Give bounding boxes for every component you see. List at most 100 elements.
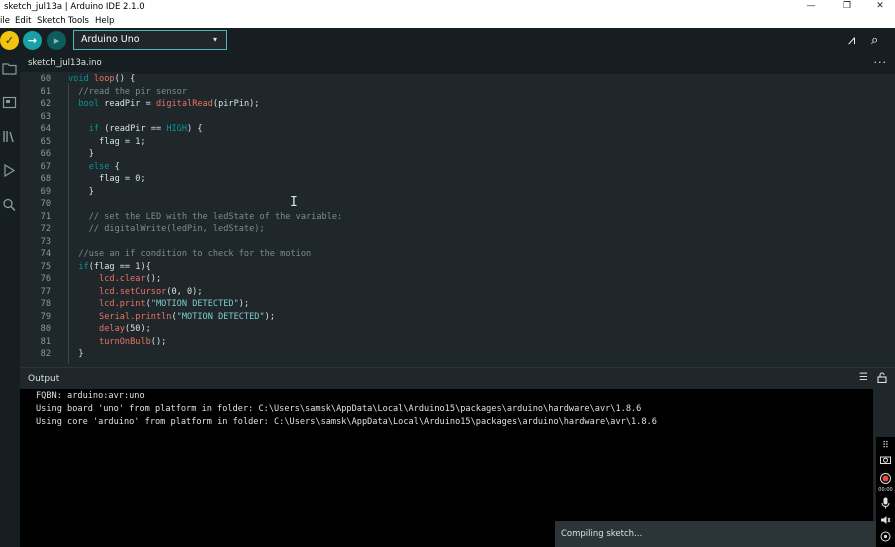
menu-file[interactable]: ile — [0, 16, 10, 26]
line-number: 67 — [40, 161, 51, 172]
code-line[interactable]: 80 delay(50); — [20, 324, 880, 337]
code-text: lcd.clear(); — [68, 274, 161, 284]
tab-sketch[interactable]: sketch_jul13a.ino — [28, 58, 102, 68]
code-line[interactable]: 77 lcd.setCursor(0, 0); — [20, 287, 880, 300]
line-number: 80 — [40, 324, 51, 334]
code-line[interactable]: 60 void loop() { — [20, 74, 880, 87]
line-number: 61 — [40, 86, 51, 97]
code-token: "MOTION DETECTED" — [176, 311, 265, 322]
output-line: Using core 'arduino' from platform in fo… — [36, 417, 657, 427]
code-line[interactable]: 62 bool readPir = digitalRead(pirPin); — [20, 99, 880, 112]
code-token: () { — [114, 74, 136, 84]
search-icon[interactable] — [1, 198, 18, 215]
serial-plotter-icon[interactable]: ⩘ — [848, 33, 855, 48]
microphone-icon[interactable] — [878, 497, 893, 512]
lock-scroll-icon[interactable] — [877, 372, 887, 386]
code-token: (0, 0); — [166, 286, 203, 297]
chevron-down-icon: ▾ — [212, 35, 217, 44]
line-number: 82 — [40, 349, 51, 359]
close-button[interactable]: ✕ — [865, 0, 895, 14]
menu-bar: ile Edit Sketch Tools Help — [0, 14, 895, 28]
code-line[interactable]: 74 //use an if condition to check for th… — [20, 249, 880, 262]
menu-edit[interactable]: Edit — [15, 16, 31, 26]
code-token: ); — [238, 299, 250, 309]
code-token: "MOTION DETECTED" — [150, 299, 239, 309]
code-token: if — [78, 261, 89, 272]
code-text: flag = 1; — [68, 137, 146, 147]
camera-icon[interactable] — [878, 455, 893, 467]
code-text: if (readPir == HIGH) { — [68, 124, 203, 134]
check-icon: ✓ — [4, 34, 15, 47]
record-icon[interactable] — [878, 473, 893, 487]
more-actions-icon[interactable]: ··· — [874, 56, 888, 69]
menu-sketch[interactable]: Sketch — [37, 16, 66, 26]
status-notification: Compiling sketch... — [555, 521, 876, 547]
code-line[interactable]: 64 if (readPir == HIGH) { — [20, 124, 880, 137]
code-token: turnOnBulb — [99, 336, 151, 347]
board-selector[interactable]: Arduino Uno ▾ — [73, 30, 227, 50]
title-bar: sketch_jul13a | Arduino IDE 2.1.0 — ❐ ✕ — [0, 0, 895, 14]
drag-handle-icon[interactable]: ⠿ — [878, 441, 893, 451]
clear-output-icon[interactable]: ☰ — [859, 372, 868, 383]
minimize-button[interactable]: — — [796, 0, 826, 14]
line-number: 76 — [40, 274, 51, 284]
code-line[interactable]: 79 Serial.println("MOTION DETECTED"); — [20, 312, 880, 325]
line-number: 77 — [40, 286, 51, 297]
code-editor[interactable]: I 60 void loop() {61 //read the pir senso… — [20, 74, 895, 364]
output-label: Output — [28, 374, 60, 384]
code-line[interactable]: 63 — [20, 112, 880, 125]
code-text: } — [68, 349, 83, 359]
settings-icon[interactable] — [878, 531, 893, 545]
speaker-icon[interactable] — [878, 515, 893, 528]
code-line[interactable]: 78 lcd.print("MOTION DETECTED"); — [20, 299, 880, 312]
code-line[interactable]: 61 //read the pir sensor — [20, 87, 880, 100]
code-line[interactable]: 76 lcd.clear(); — [20, 274, 880, 287]
code-line[interactable]: 75 if(flag == 1){ — [20, 262, 880, 275]
code-token: (pirPin); — [212, 99, 260, 109]
code-line[interactable]: 70 — [20, 199, 880, 212]
code-line[interactable]: 66 } — [20, 149, 880, 162]
serial-monitor-icon[interactable]: ⌕ — [871, 33, 878, 48]
upload-button[interactable]: → — [23, 31, 42, 50]
verify-button[interactable]: ✓ — [0, 31, 19, 50]
library-icon[interactable] — [1, 130, 18, 147]
code-line[interactable]: 72 // digitalWrite(ledPin, ledState); — [20, 224, 880, 237]
line-number: 81 — [40, 336, 51, 347]
code-text: } — [68, 187, 94, 197]
activity-sidebar — [0, 54, 20, 547]
recording-timer: 00:00 — [878, 487, 893, 493]
board-name: Arduino Uno — [81, 34, 140, 45]
code-line[interactable]: 69 } — [20, 187, 880, 200]
code-line[interactable]: 65 flag = 1; — [20, 137, 880, 150]
code-text: void loop() { — [68, 74, 135, 84]
code-line[interactable]: 67 else { — [20, 162, 880, 175]
code-token: (); — [150, 336, 167, 347]
restore-button[interactable]: ❐ — [832, 0, 862, 14]
board-manager-icon[interactable] — [1, 96, 18, 113]
code-line[interactable]: 82 } — [20, 349, 880, 362]
code-text: delay(50); — [68, 324, 151, 334]
menu-help[interactable]: Help — [95, 16, 114, 26]
code-line[interactable]: 81 turnOnBulb(); — [20, 337, 880, 350]
debug-icon[interactable] — [1, 163, 18, 181]
code-text: turnOnBulb(); — [68, 337, 166, 347]
code-line[interactable]: 73 — [20, 237, 880, 250]
code-text: if(flag == 1){ — [68, 261, 150, 272]
code-line[interactable]: 71 // set the LED with the ledState of t… — [20, 212, 880, 225]
code-token: else — [88, 161, 110, 172]
screen-recorder-toolbar: ⠿ 00:00 — [876, 437, 895, 547]
code-text: // set the LED with the ledState of the … — [68, 212, 343, 222]
debug-button[interactable]: ▸ — [47, 31, 66, 50]
code-token: ) { — [187, 124, 203, 134]
menu-tools[interactable]: Tools — [68, 16, 89, 26]
folder-icon[interactable] — [1, 62, 18, 79]
code-text: lcd.setCursor(0, 0); — [68, 286, 203, 297]
code-line[interactable]: 68 flag = 0; — [20, 174, 880, 187]
